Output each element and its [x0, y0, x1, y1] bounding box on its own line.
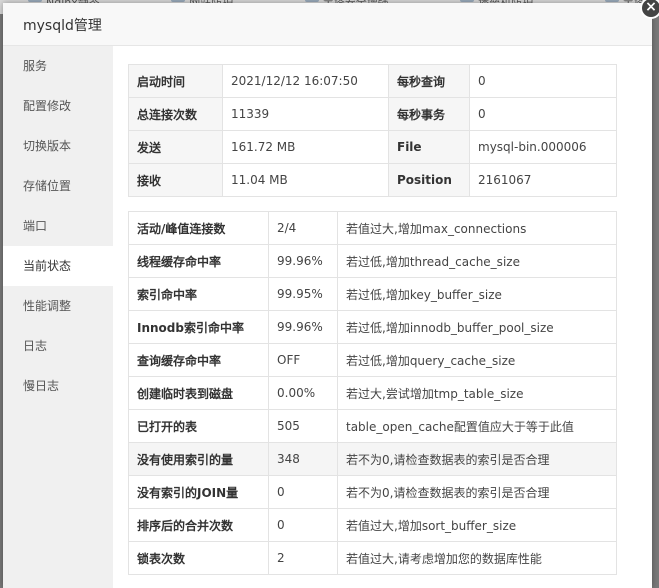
- status-label: 启动时间: [128, 64, 223, 98]
- close-icon: ×: [645, 0, 657, 15]
- status-value: 11.04 MB: [222, 163, 389, 197]
- status-value: 11339: [222, 97, 389, 131]
- metric-advice: table_open_cache配置值应大于等于此值: [337, 409, 617, 443]
- metric-value: 348: [268, 442, 338, 476]
- table-row: 活动/峰值连接数 2/4 若值过大,增加max_connections: [128, 211, 617, 245]
- metric-name: 线程缓存命中率: [128, 244, 269, 278]
- tab-icon: [304, 0, 319, 2]
- metric-name: 查询缓存命中率: [128, 343, 269, 377]
- sidebar: 服务 配置修改 切换版本 存储位置 端口 当前状态 性能调整 日志 慢日志: [3, 46, 113, 588]
- tab-icon: [604, 0, 619, 2]
- metric-advice: 若值过大,请考虑增加您的数据库性能: [337, 541, 617, 575]
- sidebar-item-storage[interactable]: 存储位置: [3, 166, 113, 206]
- table-row: 发送 161.72 MB File mysql-bin.000006: [128, 130, 617, 164]
- status-value: 161.72 MB: [222, 130, 389, 164]
- metric-value: OFF: [268, 343, 338, 377]
- sidebar-item-performance[interactable]: 性能调整: [3, 286, 113, 326]
- metric-value: 2: [268, 541, 338, 575]
- status-label: 每秒事务: [388, 97, 470, 131]
- metric-value: 99.96%: [268, 244, 338, 278]
- status-value: 2161067: [469, 163, 617, 197]
- sidebar-item-slow-log[interactable]: 慢日志: [3, 366, 113, 406]
- metric-name: 没有索引的JOIN量: [128, 475, 269, 509]
- metric-advice: 若过低,增加innodb_buffer_pool_size: [337, 310, 617, 344]
- metric-value: 0: [268, 475, 338, 509]
- table-row: 没有使用索引的量 348 若不为0,请检查数据表的索引是否合理: [128, 442, 617, 476]
- metric-advice: 若不为0,请检查数据表的索引是否合理: [337, 442, 617, 476]
- sidebar-item-status[interactable]: 当前状态: [3, 246, 113, 286]
- metric-name: 锁表次数: [128, 541, 269, 575]
- table-row: 线程缓存命中率 99.96% 若过低,增加thread_cache_size: [128, 244, 617, 278]
- status-label: 发送: [128, 130, 223, 164]
- sidebar-item-service[interactable]: 服务: [3, 46, 113, 86]
- performance-table: 活动/峰值连接数 2/4 若值过大,增加max_connections 线程缓存…: [128, 211, 617, 575]
- tab-icon: [171, 0, 186, 2]
- metric-value: 99.95%: [268, 277, 338, 311]
- metric-value: 0: [268, 508, 338, 542]
- metric-value: 2/4: [268, 211, 338, 245]
- close-button[interactable]: ×: [640, 0, 659, 19]
- status-label: 接收: [128, 163, 223, 197]
- table-row: 创建临时表到磁盘 0.00% 若过大,尝试增加tmp_table_size: [128, 376, 617, 410]
- status-value: 2021/12/12 16:07:50: [222, 64, 389, 98]
- status-label: 总连接次数: [128, 97, 223, 131]
- status-label: File: [388, 130, 470, 164]
- dialog-title-bar: mysqld管理: [3, 3, 652, 46]
- status-label: Position: [388, 163, 470, 197]
- metric-name: 索引命中率: [128, 277, 269, 311]
- metric-value: 505: [268, 409, 338, 443]
- metric-name: 排序后的合并次数: [128, 508, 269, 542]
- metric-advice: 若值过大,增加max_connections: [337, 211, 617, 245]
- metric-advice: 若过低,增加query_cache_size: [337, 343, 617, 377]
- sidebar-item-config[interactable]: 配置修改: [3, 86, 113, 126]
- metric-name: 已打开的表: [128, 409, 269, 443]
- table-row: 锁表次数 2 若值过大,请考虑增加您的数据库性能: [128, 541, 617, 575]
- table-row: 启动时间 2021/12/12 16:07:50 每秒查询 0: [128, 64, 617, 98]
- table-row: 已打开的表 505 table_open_cache配置值应大于等于此值: [128, 409, 617, 443]
- table-row: 没有索引的JOIN量 0 若不为0,请检查数据表的索引是否合理: [128, 475, 617, 509]
- status-content: 启动时间 2021/12/12 16:07:50 每秒查询 0 总连接次数 11…: [113, 46, 652, 588]
- status-value: 0: [469, 64, 617, 98]
- table-row: 总连接次数 11339 每秒事务 0: [128, 97, 617, 131]
- table-row: Innodb索引命中率 99.96% 若过低,增加innodb_buffer_p…: [128, 310, 617, 344]
- mysql-manager-dialog: mysqld管理 服务 配置修改 切换版本 存储位置 端口 当前状态 性能调整 …: [3, 0, 659, 588]
- metric-name: Innodb索引命中率: [128, 310, 269, 344]
- table-row: 查询缓存命中率 OFF 若过低,增加query_cache_size: [128, 343, 617, 377]
- status-value: mysql-bin.000006: [469, 130, 617, 164]
- sidebar-item-port[interactable]: 端口: [3, 206, 113, 246]
- metric-advice: 若不为0,请检查数据表的索引是否合理: [337, 475, 617, 509]
- table-row: 索引命中率 99.95% 若过低,增加key_buffer_size: [128, 277, 617, 311]
- metric-value: 0.00%: [268, 376, 338, 410]
- tab-icon: [28, 0, 42, 2]
- status-table: 启动时间 2021/12/12 16:07:50 每秒查询 0 总连接次数 11…: [128, 64, 617, 197]
- metric-advice: 若值过大,增加sort_buffer_size: [337, 508, 617, 542]
- status-value: 0: [469, 97, 617, 131]
- sidebar-item-log[interactable]: 日志: [3, 326, 113, 366]
- tab-icon: [460, 0, 475, 2]
- table-row: 接收 11.04 MB Position 2161067: [128, 163, 617, 197]
- metric-value: 99.96%: [268, 310, 338, 344]
- metric-advice: 若过低,增加key_buffer_size: [337, 277, 617, 311]
- metric-advice: 若过低,增加thread_cache_size: [337, 244, 617, 278]
- metric-name: 活动/峰值连接数: [128, 211, 269, 245]
- status-label: 每秒查询: [388, 64, 470, 98]
- table-row: 排序后的合并次数 0 若值过大,增加sort_buffer_size: [128, 508, 617, 542]
- sidebar-item-version[interactable]: 切换版本: [3, 126, 113, 166]
- metric-advice: 若过大,尝试增加tmp_table_size: [337, 376, 617, 410]
- metric-name: 创建临时表到磁盘: [128, 376, 269, 410]
- dialog-title: mysqld管理: [23, 18, 102, 34]
- metric-name: 没有使用索引的量: [128, 442, 269, 476]
